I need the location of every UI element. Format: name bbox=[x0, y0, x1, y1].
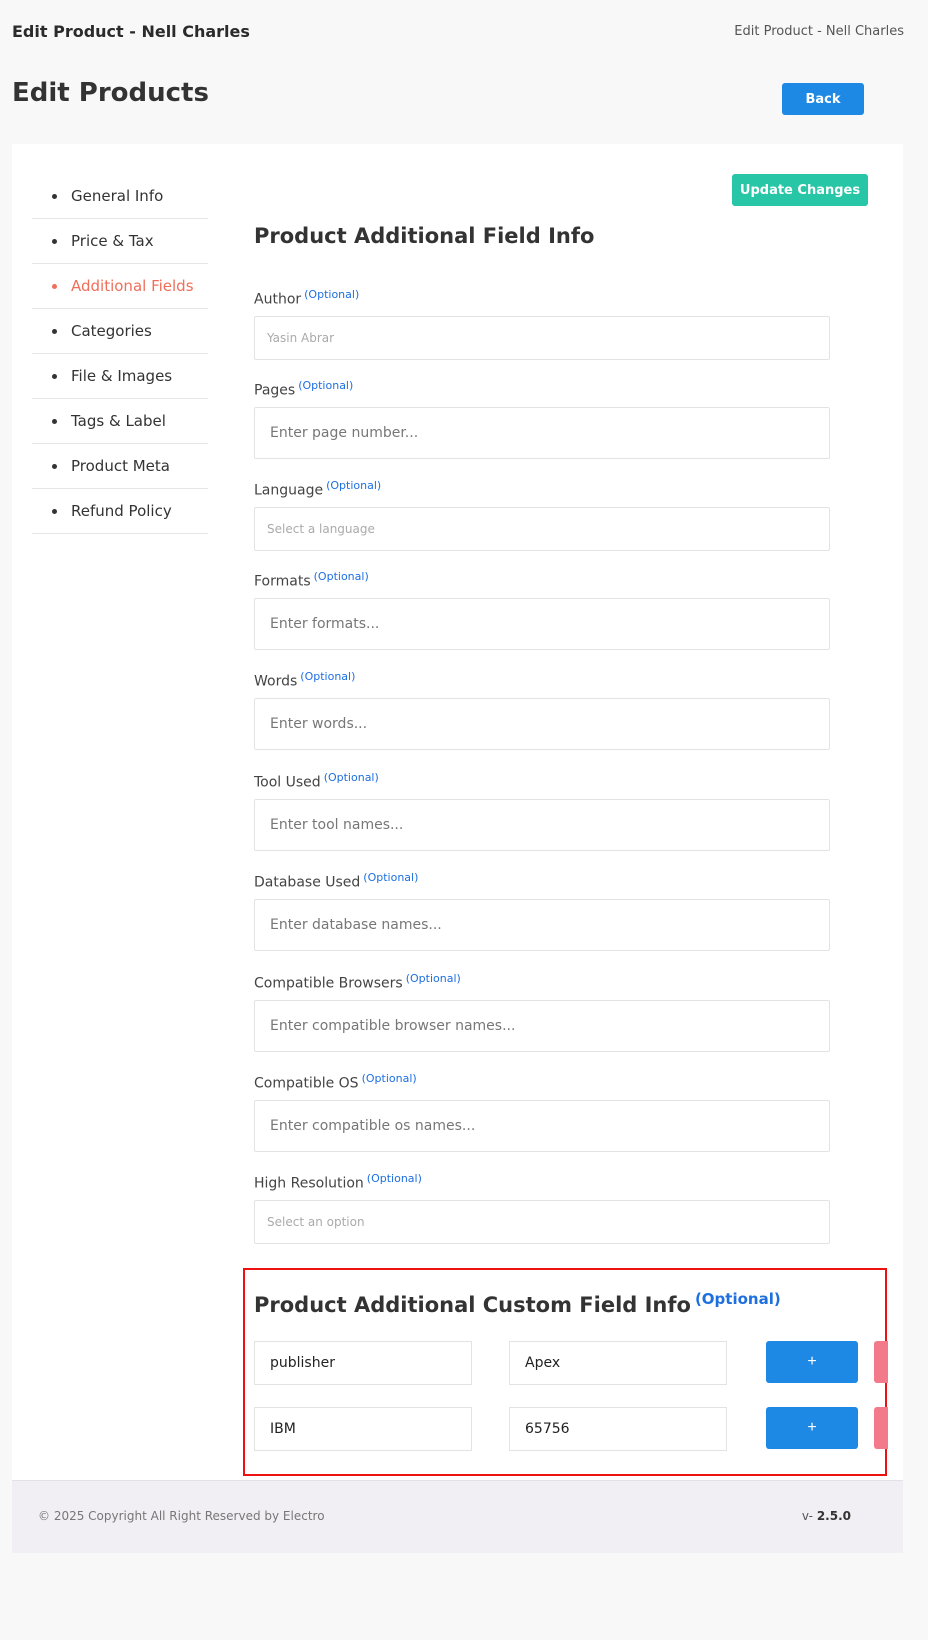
tool-used-label: Tool Used bbox=[254, 774, 321, 791]
sidebar-item-additional-fields[interactable]: Additional Fields bbox=[32, 264, 208, 309]
compatible-os-field-group: Compatible OS (Optional) bbox=[254, 1072, 830, 1152]
compatible-browsers-input[interactable] bbox=[254, 999, 830, 1052]
sidebar-item-categories[interactable]: Categories bbox=[32, 309, 208, 354]
words-label: Words bbox=[254, 673, 298, 690]
formats-field-group: Formats (Optional) bbox=[254, 570, 830, 650]
sidebar-item-label: Refund Policy bbox=[71, 502, 172, 520]
database-used-field-group: Database Used (Optional) bbox=[254, 871, 830, 951]
custom-field-key-input[interactable] bbox=[254, 1407, 472, 1451]
sidebar-item-label: Price & Tax bbox=[71, 232, 154, 250]
bullet-icon bbox=[52, 283, 57, 289]
optional-tag: (Optional) bbox=[363, 871, 419, 884]
author-select[interactable]: Yasin Abrar bbox=[254, 315, 830, 360]
compatible-browsers-field-group: Compatible Browsers (Optional) bbox=[254, 972, 830, 1052]
bullet-icon bbox=[52, 373, 57, 379]
compatible-os-input[interactable] bbox=[254, 1099, 830, 1152]
sidebar-item-label: Categories bbox=[71, 322, 152, 340]
version-text: v- 2.5.0 bbox=[802, 1509, 851, 1523]
optional-tag: (Optional) bbox=[326, 479, 382, 492]
sidebar-item-refund-policy[interactable]: Refund Policy bbox=[32, 489, 208, 534]
pages-input[interactable] bbox=[254, 406, 830, 459]
high-resolution-label: High Resolution bbox=[254, 1175, 364, 1192]
sidebar-nav: General Info Price & Tax Additional Fiel… bbox=[32, 174, 208, 534]
custom-field-row: + bbox=[254, 1341, 894, 1385]
language-select[interactable]: Select a language bbox=[254, 506, 830, 551]
sidebar-item-general-info[interactable]: General Info bbox=[32, 174, 208, 219]
add-custom-field-button[interactable]: + bbox=[766, 1341, 858, 1383]
pages-field-group: Pages (Optional) bbox=[254, 379, 830, 459]
version-number: 2.5.0 bbox=[816, 1509, 851, 1523]
custom-field-row: + bbox=[254, 1407, 894, 1451]
optional-tag: (Optional) bbox=[361, 1072, 417, 1085]
sidebar-item-tags-label[interactable]: Tags & Label bbox=[32, 399, 208, 444]
copyright-text: © 2025 Copyright All Right Reserved by E… bbox=[38, 1509, 325, 1523]
high-resolution-select[interactable]: Select an option bbox=[254, 1199, 830, 1244]
optional-tag: (Optional) bbox=[300, 670, 356, 683]
sidebar-item-label: File & Images bbox=[71, 367, 173, 385]
remove-custom-field-button[interactable] bbox=[874, 1341, 888, 1383]
update-changes-button[interactable]: Update Changes bbox=[732, 174, 868, 206]
remove-custom-field-button[interactable] bbox=[874, 1407, 888, 1449]
bullet-icon bbox=[52, 508, 57, 514]
compatible-browsers-label: Compatible Browsers bbox=[254, 975, 403, 992]
page-title: Edit Products bbox=[12, 78, 209, 108]
language-field-group: Language (Optional) Select a language bbox=[254, 479, 830, 551]
formats-label: Formats bbox=[254, 573, 311, 590]
tool-used-input[interactable] bbox=[254, 798, 830, 851]
footer: © 2025 Copyright All Right Reserved by E… bbox=[12, 1480, 903, 1553]
sidebar-item-label: Tags & Label bbox=[71, 412, 166, 430]
bullet-icon bbox=[52, 328, 57, 334]
language-label: Language bbox=[254, 482, 324, 499]
high-resolution-field-group: High Resolution (Optional) Select an opti… bbox=[254, 1172, 830, 1244]
sidebar-item-label: Product Meta bbox=[71, 457, 170, 475]
words-field-group: Words (Optional) bbox=[254, 670, 830, 750]
author-field-group: Author (Optional) Yasin Abrar bbox=[254, 288, 830, 360]
sidebar-item-file-images[interactable]: File & Images bbox=[32, 354, 208, 399]
custom-field-title: Product Additional Custom Field Info (Opt… bbox=[254, 1290, 781, 1317]
bullet-icon bbox=[52, 193, 57, 199]
custom-field-value-input[interactable] bbox=[509, 1407, 727, 1451]
words-input[interactable] bbox=[254, 697, 830, 750]
tool-used-field-group: Tool Used (Optional) bbox=[254, 771, 830, 851]
optional-tag: (Optional) bbox=[298, 379, 354, 392]
custom-field-key-input[interactable] bbox=[254, 1341, 472, 1385]
optional-tag: (Optional) bbox=[366, 1172, 422, 1185]
database-used-label: Database Used bbox=[254, 874, 361, 891]
custom-field-title-text: Product Additional Custom Field Info bbox=[254, 1293, 691, 1317]
sidebar-item-price-tax[interactable]: Price & Tax bbox=[32, 219, 208, 264]
section-title: Product Additional Field Info bbox=[254, 224, 595, 248]
database-used-input[interactable] bbox=[254, 898, 830, 951]
optional-tag: (Optional) bbox=[304, 288, 360, 301]
pages-label: Pages bbox=[254, 382, 296, 399]
bullet-icon bbox=[52, 238, 57, 244]
sidebar-item-label: Additional Fields bbox=[71, 277, 194, 295]
sidebar-item-label: General Info bbox=[71, 187, 164, 205]
optional-tag: (Optional) bbox=[323, 771, 379, 784]
version-prefix: v- bbox=[801, 1509, 813, 1523]
back-button[interactable]: Back bbox=[782, 83, 864, 115]
top-bar: Edit Product - Nell Charles Edit Product… bbox=[12, 20, 916, 46]
breadcrumb: Edit Product - Nell Charles bbox=[734, 24, 904, 39]
custom-field-value-input[interactable] bbox=[509, 1341, 727, 1385]
bullet-icon bbox=[52, 418, 57, 424]
compatible-os-label: Compatible OS bbox=[254, 1075, 359, 1092]
optional-tag: (Optional) bbox=[405, 972, 461, 985]
optional-tag: (Optional) bbox=[694, 1290, 781, 1308]
bullet-icon bbox=[52, 463, 57, 469]
sidebar-item-product-meta[interactable]: Product Meta bbox=[32, 444, 208, 489]
page-header: Edit Products Back bbox=[12, 78, 864, 118]
optional-tag: (Optional) bbox=[313, 570, 369, 583]
window-title: Edit Product - Nell Charles bbox=[12, 22, 250, 41]
add-custom-field-button[interactable]: + bbox=[766, 1407, 858, 1449]
formats-input[interactable] bbox=[254, 597, 830, 650]
author-label: Author bbox=[254, 291, 302, 308]
